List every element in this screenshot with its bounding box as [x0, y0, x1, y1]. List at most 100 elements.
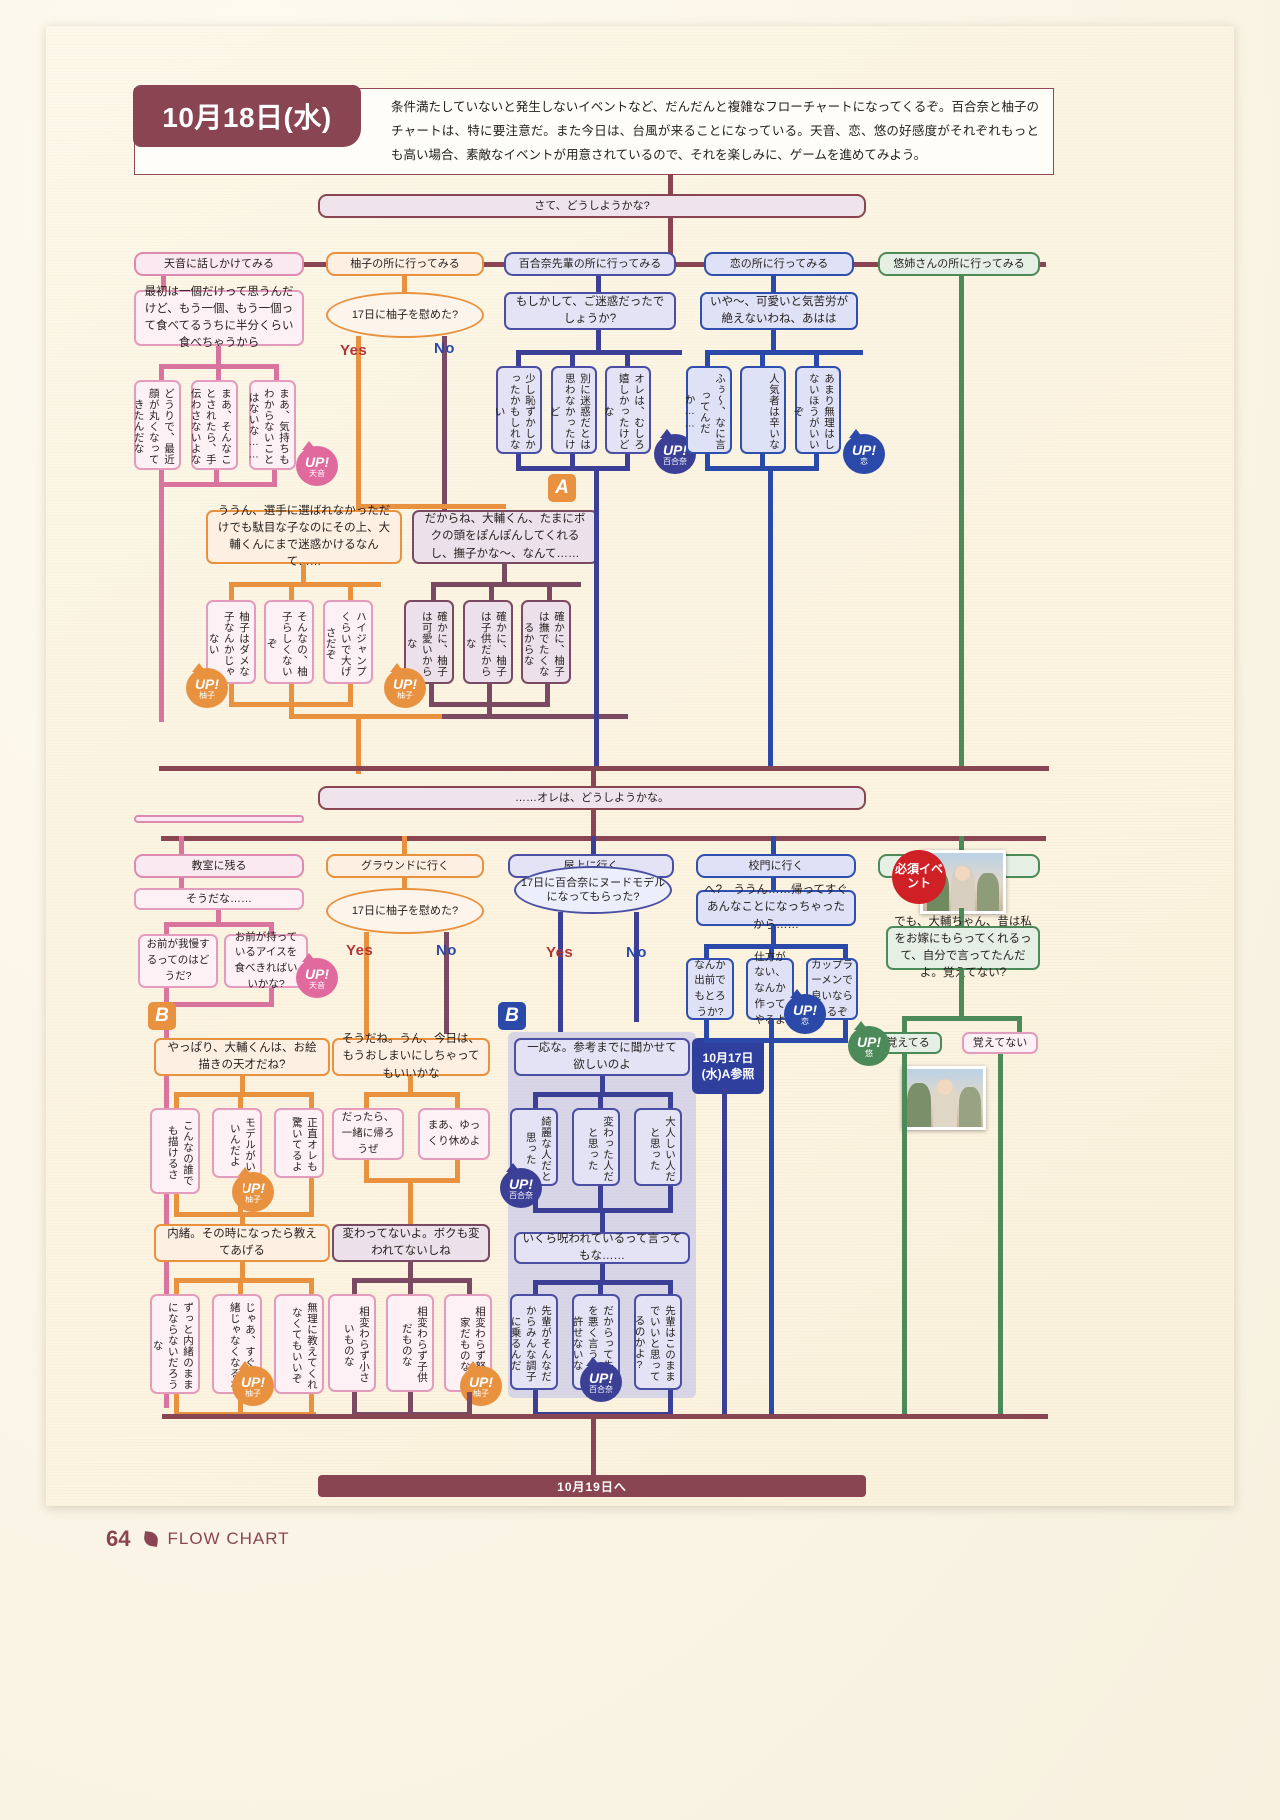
connector [408, 1178, 413, 1224]
connector [902, 1016, 907, 1032]
next-day-bar[interactable]: 10月19日へ [318, 1475, 866, 1497]
choice-talk-amane[interactable]: 天音に話しかけてみる [134, 252, 304, 276]
s2-b-reply-2[interactable]: モデルがいいんだよ [212, 1108, 262, 1178]
connector [442, 336, 447, 522]
connector [902, 1054, 907, 1416]
connector [162, 1414, 1048, 1419]
connector [238, 1178, 243, 1216]
connector [429, 702, 550, 707]
connector [431, 582, 436, 602]
connector [591, 1418, 596, 1476]
connector [364, 1092, 460, 1097]
yurina-reply-2[interactable]: 別に迷惑だとは思わなかったけど [549, 366, 597, 454]
connector [159, 470, 164, 722]
connector [959, 276, 964, 766]
section2-root: ……オレは、どうしようかな。 [318, 786, 866, 810]
choice-visit-yuzu[interactable]: 柚子の所に行ってみる [326, 252, 484, 276]
s2-b-reply-1[interactable]: こんなの誰でも描けるさ [150, 1108, 200, 1194]
a-branch-dialog: だからね、大輔くん、たまにボクの頭をぽんぽんしてくれるし、撫子かな〜、なんて…… [412, 510, 598, 564]
a-reply-2[interactable]: 確かに、柚子は子供だからな [463, 600, 513, 684]
s2-yuzu-reply2-1[interactable]: 相変わらず小さいものな [328, 1294, 376, 1392]
connector [289, 582, 294, 602]
connector [487, 684, 492, 718]
page-header: 10月18日(水) 条件満たしていないと発生しないイベントなど、だんだんと複雑な… [133, 85, 1054, 175]
s2-yuzu-no: No [436, 942, 457, 959]
s2-yurina-reply2-3[interactable]: 先輩はこのままでいいと思ってるのかよ? [634, 1294, 682, 1390]
connector [289, 684, 294, 718]
s2-yurina-dialog: 一応な。参考までに聞かせて欲しいのよ [514, 1038, 690, 1076]
connector [769, 1038, 774, 1416]
connector [229, 702, 353, 707]
s2-yuzu-reply-2[interactable]: まあ、ゆっくり休めよ [418, 1108, 490, 1160]
connector [705, 350, 863, 355]
yuzu-yes-label: Yes [340, 342, 368, 359]
footer-title: FLOW CHART [167, 1529, 290, 1548]
s2-b-dialog-2: 内緒。その時になったら教えてあげる [154, 1224, 330, 1262]
choice-visit-koi[interactable]: 恋の所に行ってみる [704, 252, 854, 276]
marker-a: A [548, 474, 576, 502]
connector [174, 1092, 314, 1097]
amane-reply-3[interactable]: まあ、気持ちもわからないことはないな…… [248, 380, 296, 470]
s2-yurina-no: No [626, 944, 647, 961]
reference-box[interactable]: 10月17日(水)A参照 [692, 1038, 764, 1094]
s2-koi-reply-1[interactable]: なんか出前でもとろうか? [686, 958, 734, 1020]
s2-yuzu-reply-1[interactable]: だったら、一緒に帰ろうぜ [332, 1108, 404, 1160]
yuzu-reply-2[interactable]: そんなの、柚子らしくないぞ [264, 600, 314, 684]
connector [704, 1038, 848, 1043]
s2-yuzu-yes: Yes [346, 942, 374, 959]
connector [902, 1016, 1022, 1021]
s2-yuzu-reply2-2[interactable]: 相変わらず子供だものな [386, 1294, 434, 1392]
s2-yuu-dialog: でも、大輔ちゃん、昔は私をお嫁にもらってくれるって、自分で言ってたんだよ。覚えて… [886, 916, 1040, 979]
s2-yurina-question: 17日に百合奈にヌードモデルになってもらった? [514, 866, 672, 914]
yurina-reply-1[interactable]: 少し恥ずかしかったかもしれない [494, 366, 542, 454]
choice-go-gate[interactable]: 校門に行く [696, 854, 856, 878]
affection-up-yuu: UP! 悠 [848, 1021, 890, 1066]
s2-b-reply2-1[interactable]: ずっと内緒のままにならないだろうな [150, 1294, 200, 1394]
choice-go-ground[interactable]: グラウンドに行く [326, 854, 484, 878]
s2-b-reply-3[interactable]: 正直オレも驚いてるよ [274, 1108, 324, 1178]
connector [489, 582, 494, 602]
s2-koi-dialog: へ? ううん……帰ってすぐあんなことになっちゃったから…… [696, 884, 856, 931]
connector [768, 466, 773, 766]
koi-reply-3[interactable]: あまり無理はしないほうがいいぞ [793, 366, 841, 454]
yuzu-question: 17日に柚子を慰めた? [326, 292, 484, 338]
connector [705, 466, 819, 471]
guide-page: 10月18日(水) 条件満たしていないと発生しないイベントなど、だんだんと複雑な… [46, 26, 1234, 1551]
connector [442, 714, 628, 719]
page-number: 64 [106, 1526, 131, 1551]
page-footer: 64 FLOW CHART [106, 1526, 290, 1552]
affection-up-yurina-3: UP! 百合奈 [580, 1357, 622, 1402]
amane-dialog: 最初は一個だけって思うんだけど、もう一個、もう一個って食べてるうちに半分くらい食… [134, 286, 304, 349]
connector [348, 582, 353, 602]
connector [533, 1092, 673, 1097]
connector [356, 714, 361, 774]
koi-reply-1[interactable]: ふぅ〜、なに言ってんだか…… [684, 366, 732, 454]
connector [998, 1054, 1003, 1416]
yurina-reply-3[interactable]: オレは、むしろ嬉しかったけどな [603, 366, 651, 454]
koi-reply-2[interactable]: 人気者は辛いな [740, 366, 786, 454]
yuzu-reply-3[interactable]: ハイジャンプくらいで大げさだぞ [323, 600, 373, 684]
amane-reply-1[interactable]: どうりで、最近顔が丸くなってきたんだな [133, 380, 181, 470]
yuzu-dialog: ううん、選手に選ばれなかっただけでも駄目な子なのにその上、大輔くんにまで迷惑かけ… [206, 505, 402, 568]
connector [516, 350, 682, 355]
a-reply-3[interactable]: 確かに、柚子は撫でたくなるからな [521, 600, 571, 684]
affection-up-yuzu-2: UP! 柚子 [384, 663, 426, 708]
choice-visit-yuu[interactable]: 悠姉さんの所に行ってみる [878, 252, 1040, 276]
s2-b-reply2-3[interactable]: 無理に教えてくれなくてもいいぞ [274, 1294, 324, 1394]
s2-yurina-dialog-2: いくら呪われているって言ってもな…… [514, 1232, 690, 1264]
connector [1017, 1016, 1022, 1032]
choice-visit-yurina[interactable]: 百合奈先輩の所に行ってみる [504, 252, 676, 276]
s2-yurina-reply-2[interactable]: 変わった人だと思った [572, 1108, 620, 1186]
marker-b-left: B [148, 1002, 176, 1030]
connector [164, 1002, 274, 1007]
amane-reply-2[interactable]: まあ、そんなことされたら、手伝わさないよな [190, 380, 238, 470]
s2-yurina-reply2-1[interactable]: 先輩がそんなだからみんな調子に乗るんだ [510, 1294, 558, 1390]
choice-stay-classroom[interactable]: 教室に残る [134, 854, 304, 878]
s2-yuu-reply-2[interactable]: 覚えてない [962, 1032, 1038, 1054]
s2-yurina-reply-3[interactable]: 大人しい人だと思った [634, 1108, 682, 1186]
s2-amane-reply-1[interactable]: お前が我慢するってのはどうだ? [138, 934, 218, 988]
connector [174, 1278, 314, 1283]
connector [594, 466, 599, 766]
connector [634, 912, 639, 1022]
section1-root: さて、どうしようかな? [318, 194, 866, 218]
